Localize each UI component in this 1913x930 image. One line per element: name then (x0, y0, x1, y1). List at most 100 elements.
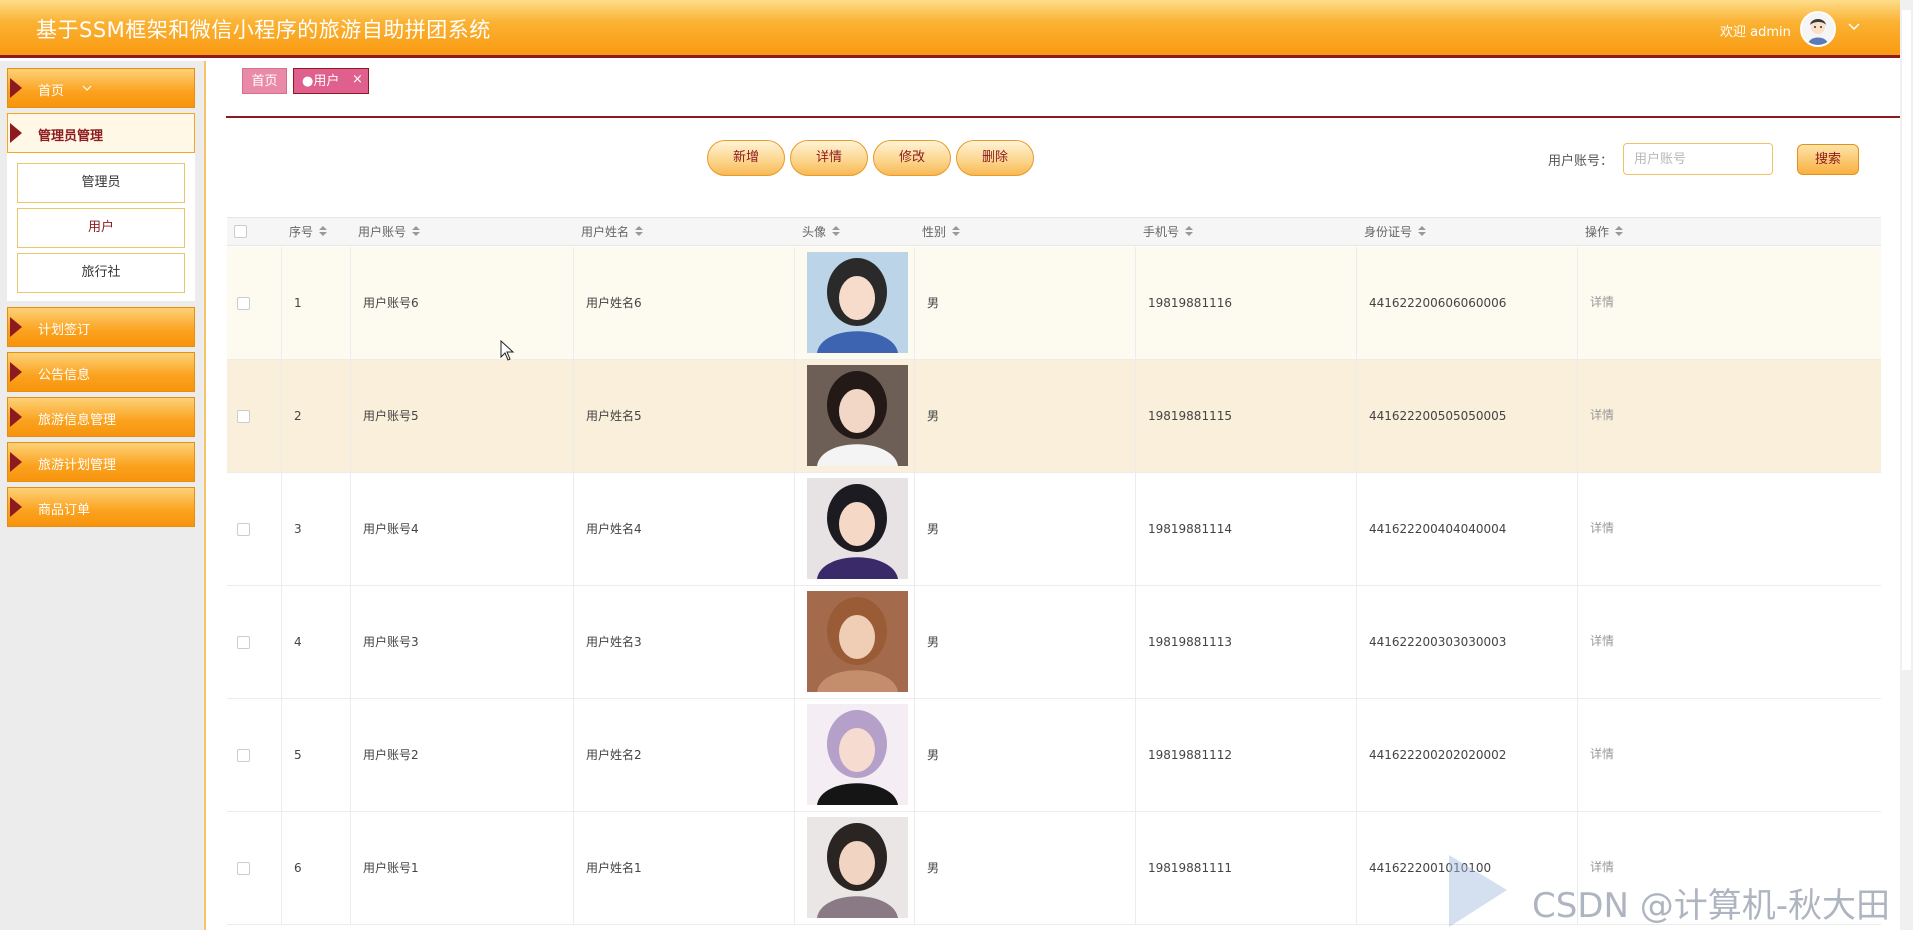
cell-idcard: 441622200202020002 (1369, 748, 1507, 762)
column-divider (573, 247, 574, 360)
edit-button[interactable]: 修改 (873, 140, 951, 176)
submenu-item-admin[interactable]: 管理员 (17, 163, 185, 203)
add-button[interactable]: 新增 (707, 140, 785, 176)
app-title: 基于SSM框架和微信小程序的旅游自助拼团系统 (36, 18, 491, 42)
column-divider (1577, 699, 1578, 812)
table-row[interactable]: 1 用户账号6 用户姓名6 男 19819881116 44162220060606000… (227, 247, 1881, 360)
row-checkbox[interactable] (237, 523, 250, 536)
submenu-item-travel-agency[interactable]: 旅行社 (17, 253, 185, 293)
sort-icon[interactable] (1185, 226, 1194, 237)
column-divider (350, 247, 351, 360)
sort-icon[interactable] (635, 226, 644, 237)
sidebar-item-plan-signing[interactable]: 计划签订 (7, 307, 195, 347)
column-header-gender[interactable]: 性别 (922, 218, 961, 247)
column-divider (573, 586, 574, 699)
avatar-image[interactable] (807, 704, 908, 805)
delete-button[interactable]: 删除 (956, 140, 1034, 176)
cell-account: 用户账号6 (363, 296, 419, 310)
cell-name: 用户姓名1 (586, 861, 642, 875)
avatar-image[interactable] (807, 591, 908, 692)
search-input[interactable] (1623, 143, 1773, 175)
table-row[interactable]: 3 用户账号4 用户姓名4 男 19819881114 44162220040404000… (227, 473, 1881, 586)
sidebar-item-label: 商品订单 (38, 503, 91, 518)
row-checkbox[interactable] (237, 749, 250, 762)
cell-phone: 19819881113 (1148, 635, 1232, 649)
column-header-account[interactable]: 用户账号 (358, 218, 421, 247)
user-avatar[interactable] (1800, 11, 1836, 47)
row-detail-link[interactable]: 详情 (1590, 632, 1614, 649)
triangle-icon (10, 78, 22, 98)
column-divider (350, 360, 351, 473)
column-divider (1577, 247, 1578, 360)
row-detail-link[interactable]: 详情 (1590, 745, 1614, 762)
sidebar-item-travel-plan[interactable]: 旅游计划管理 (7, 442, 195, 482)
select-all-checkbox[interactable] (234, 225, 247, 238)
app-window: 基于SSM框架和微信小程序的旅游自助拼团系统 欢迎 admin 首页 管理员管理 (0, 0, 1913, 930)
column-header-no[interactable]: 序号 (289, 218, 328, 247)
sidebar-item-announcements[interactable]: 公告信息 (7, 352, 195, 392)
column-header-name[interactable]: 用户姓名 (581, 218, 644, 247)
chevron-down-icon[interactable] (1846, 18, 1862, 34)
sidebar-item-home[interactable]: 首页 (7, 68, 195, 108)
column-header-idcard[interactable]: 身份证号 (1364, 218, 1427, 247)
mouse-cursor-icon (500, 340, 515, 361)
row-checkbox[interactable] (237, 297, 250, 310)
tab-user[interactable]: ●用户 × (293, 68, 369, 94)
triangle-icon (10, 497, 22, 517)
column-divider (1135, 247, 1136, 360)
submenu-item-user[interactable]: 用户 (17, 208, 185, 248)
avatar-image[interactable] (807, 365, 908, 466)
cell-gender: 男 (927, 635, 940, 649)
column-divider (1356, 699, 1357, 812)
column-divider (1135, 699, 1136, 812)
tab-home[interactable]: 首页 (242, 68, 287, 94)
avatar-image[interactable] (807, 817, 908, 918)
sidebar-item-admin-management[interactable]: 管理员管理 (7, 113, 195, 153)
sort-icon[interactable] (319, 226, 328, 237)
column-divider (794, 699, 795, 812)
sort-icon[interactable] (412, 226, 421, 237)
close-icon[interactable]: × (352, 67, 363, 93)
column-divider (794, 360, 795, 473)
sort-icon[interactable] (1418, 226, 1427, 237)
row-checkbox[interactable] (237, 862, 250, 875)
column-divider (1356, 473, 1357, 586)
cell-no: 6 (294, 861, 302, 875)
cell-idcard: 441622200505050005 (1369, 409, 1507, 423)
column-divider (794, 586, 795, 699)
column-header-phone[interactable]: 手机号 (1143, 218, 1194, 247)
cell-gender: 男 (927, 409, 940, 423)
sidebar-item-label: 计划签订 (38, 323, 91, 338)
sidebar-item-travel-info[interactable]: 旅游信息管理 (7, 397, 195, 437)
cell-phone: 19819881114 (1148, 522, 1232, 536)
row-detail-link[interactable]: 详情 (1590, 519, 1614, 536)
sort-icon[interactable] (832, 226, 841, 237)
top-header: 基于SSM框架和微信小程序的旅游自助拼团系统 欢迎 admin (0, 0, 1900, 58)
table-row[interactable]: 2 用户账号5 用户姓名5 男 19819881115 44162220050505000… (227, 360, 1881, 473)
sort-icon[interactable] (1615, 226, 1624, 237)
column-divider (1577, 473, 1578, 586)
column-header-avatar[interactable]: 头像 (802, 218, 841, 247)
cell-phone: 19819881116 (1148, 296, 1232, 310)
table-row[interactable]: 4 用户账号3 用户姓名3 男 19819881113 44162220030303000… (227, 586, 1881, 699)
scrollbar-thumb[interactable] (1902, 10, 1911, 670)
vertical-scrollbar[interactable] (1900, 0, 1913, 930)
row-checkbox[interactable] (237, 636, 250, 649)
column-header-actions[interactable]: 操作 (1585, 218, 1624, 247)
column-divider (1356, 586, 1357, 699)
column-divider (914, 699, 915, 812)
row-checkbox[interactable] (237, 410, 250, 423)
sidebar-item-orders[interactable]: 商品订单 (7, 487, 195, 527)
avatar-image[interactable] (807, 252, 908, 353)
table-row[interactable]: 5 用户账号2 用户姓名2 男 19819881112 44162220020202000… (227, 699, 1881, 812)
avatar-image[interactable] (807, 478, 908, 579)
column-divider (350, 473, 351, 586)
row-detail-link[interactable]: 详情 (1590, 406, 1614, 423)
sort-icon[interactable] (952, 226, 961, 237)
tab-label: ●用户 (302, 74, 340, 89)
detail-button[interactable]: 详情 (790, 140, 868, 176)
tab-divider (226, 116, 1900, 118)
row-detail-link[interactable]: 详情 (1590, 293, 1614, 310)
triangle-icon (10, 362, 22, 382)
search-button[interactable]: 搜索 (1797, 144, 1859, 175)
